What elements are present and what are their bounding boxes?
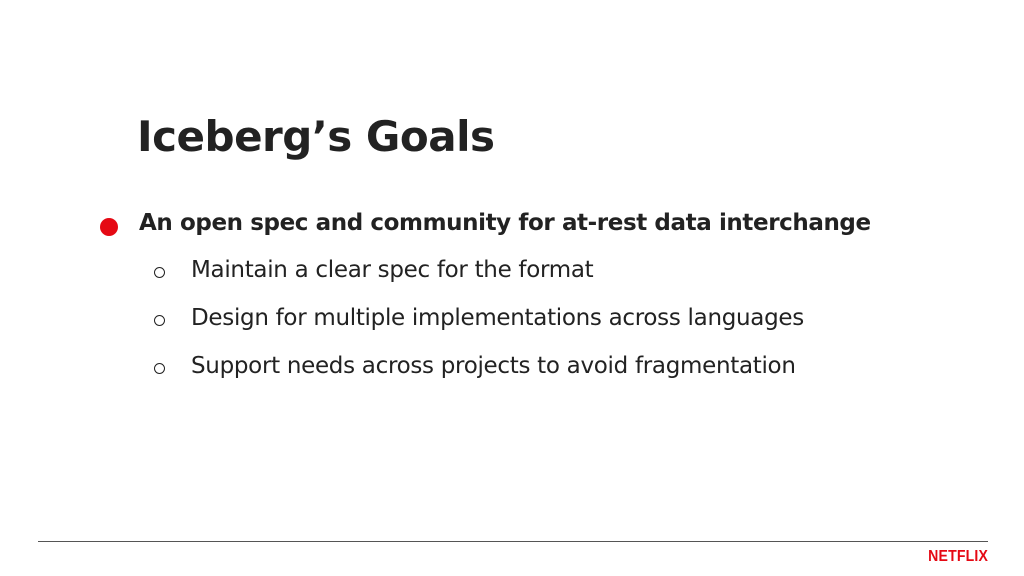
- hollow-circle-icon: [154, 315, 165, 326]
- sub-bullet-text: Design for multiple implementations acro…: [191, 305, 804, 331]
- main-bullet-text: An open spec and community for at-rest d…: [139, 210, 871, 236]
- netflix-logo: NETFLIX: [928, 548, 988, 565]
- hollow-circle-icon: [154, 363, 165, 374]
- filled-circle-icon: [100, 218, 118, 236]
- slide: Iceberg’s Goals An open spec and communi…: [0, 0, 1024, 576]
- sub-bullet-text: Support needs across projects to avoid f…: [191, 353, 796, 379]
- hollow-circle-icon: [154, 267, 165, 278]
- footer-divider: [38, 541, 988, 542]
- sub-bullet-text: Maintain a clear spec for the format: [191, 257, 594, 283]
- slide-title: Iceberg’s Goals: [137, 112, 495, 161]
